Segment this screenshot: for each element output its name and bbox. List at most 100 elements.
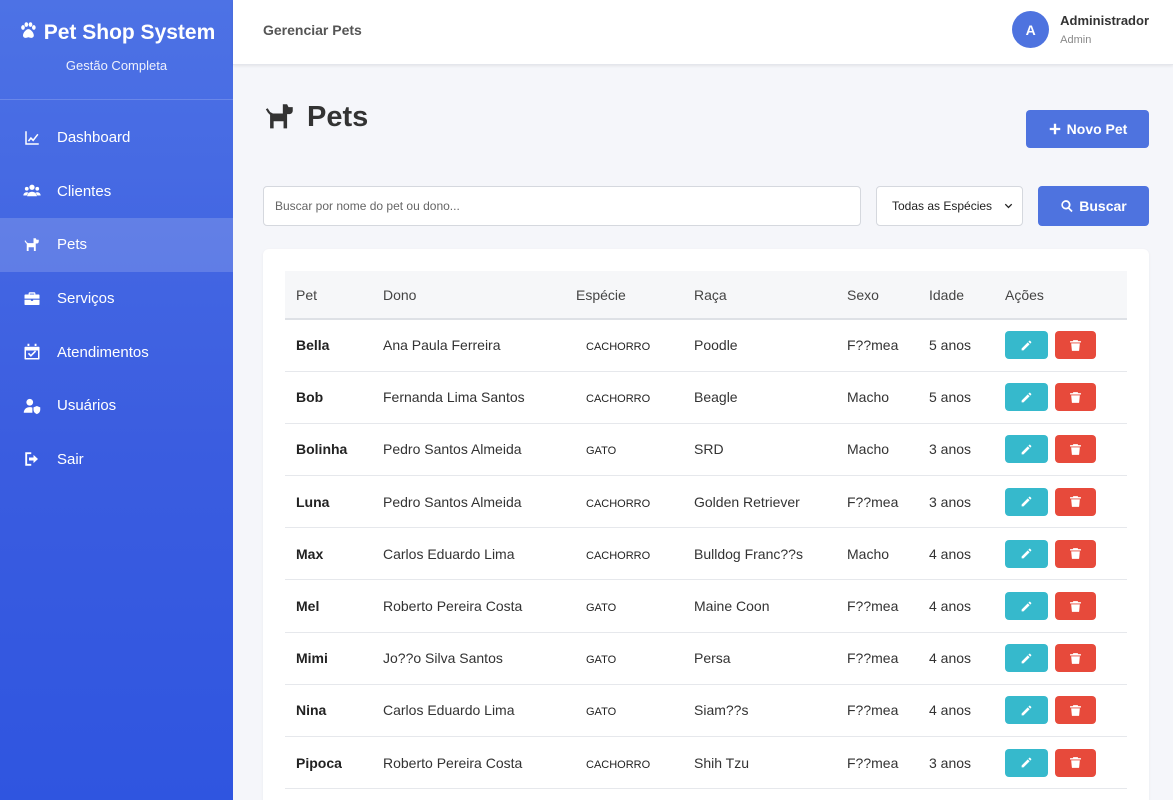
edit-button[interactable] xyxy=(1005,487,1048,516)
sidebar-item-clientes[interactable]: Clientes xyxy=(0,165,233,219)
edit-button[interactable] xyxy=(1005,644,1048,673)
avatar[interactable]: A xyxy=(1012,11,1050,48)
delete-button[interactable] xyxy=(1055,748,1096,777)
user-shield-icon xyxy=(22,396,42,416)
species-badge: CACHORRO xyxy=(586,341,651,354)
user-menu[interactable]: A Administrador Admin xyxy=(1012,11,1149,48)
species-badge: CACHORRO xyxy=(586,497,651,510)
search-input[interactable] xyxy=(263,186,861,226)
sidebar: Pet Shop System Gestão Completa Dashboar… xyxy=(0,0,233,800)
pet-name-cell: Pipoca xyxy=(285,736,372,790)
table-row: Mel Roberto Pereira Costa GATO Maine Coon F?… xyxy=(285,579,1127,633)
users-icon xyxy=(22,181,42,201)
sex-cell: Macho xyxy=(836,371,918,424)
pet-name-cell: Luna xyxy=(285,475,372,529)
species-cell: GATO xyxy=(565,684,683,738)
dog-icon xyxy=(22,235,42,255)
sidebar-item-servicos[interactable]: Serviços xyxy=(0,272,233,326)
topbar: Gerenciar Pets A Administrador Admin xyxy=(233,0,1173,65)
edit-button[interactable] xyxy=(1005,383,1048,412)
trash-icon xyxy=(1069,756,1082,769)
pet-name-cell: Bolinha xyxy=(285,423,372,477)
brand: Pet Shop System Gestão Completa xyxy=(0,0,233,100)
delete-button[interactable] xyxy=(1055,487,1096,516)
sidebar-nav: Dashboard Clientes Pets Serviços Atendim… xyxy=(0,111,233,486)
sidebar-item-label: Sair xyxy=(57,450,84,468)
species-cell: CACHORRO xyxy=(565,736,683,790)
trash-icon xyxy=(1069,652,1082,665)
sidebar-item-dashboard[interactable]: Dashboard xyxy=(0,111,233,165)
edit-icon xyxy=(1020,652,1033,665)
sidebar-item-atendimentos[interactable]: Atendimentos xyxy=(0,325,233,379)
age-cell: 3 anos xyxy=(918,423,994,477)
delete-button[interactable] xyxy=(1055,592,1096,621)
edit-icon xyxy=(1020,495,1033,508)
edit-button[interactable] xyxy=(1005,696,1048,725)
delete-button[interactable] xyxy=(1055,435,1096,464)
column-header-especie: Espécie xyxy=(565,271,683,320)
species-cell: CACHORRO xyxy=(565,527,683,581)
owner-cell: Carlos Eduardo Lima xyxy=(372,527,565,581)
actions-cell xyxy=(994,736,1127,790)
table-row: Bolinha Pedro Santos Almeida GATO SRD Macho 3… xyxy=(285,423,1127,477)
new-pet-button[interactable]: Novo Pet xyxy=(1026,110,1149,148)
column-header-idade: Idade xyxy=(918,271,994,320)
delete-button[interactable] xyxy=(1055,539,1096,568)
table-row: Nina Carlos Eduardo Lima GATO Siam??s F??mea… xyxy=(285,684,1127,738)
edit-button[interactable] xyxy=(1005,592,1048,621)
pet-name-cell: Bob xyxy=(285,371,372,424)
age-cell: 3 anos xyxy=(918,736,994,790)
edit-icon xyxy=(1020,443,1033,456)
species-badge: CACHORRO xyxy=(586,549,651,562)
search-button[interactable]: Buscar xyxy=(1038,186,1149,226)
edit-icon xyxy=(1020,339,1033,352)
pets-table-body: Bella Ana Paula Ferreira CACHORRO Poodle F??… xyxy=(285,319,1127,790)
species-select[interactable]: Todas as Espécies xyxy=(876,186,1023,226)
edit-button[interactable] xyxy=(1005,331,1048,360)
actions-cell xyxy=(994,371,1127,424)
user-name: Administrador xyxy=(1060,13,1149,28)
delete-button[interactable] xyxy=(1055,644,1096,673)
sex-cell: F??mea xyxy=(836,319,918,372)
calendar-check-icon xyxy=(22,342,42,362)
species-badge: GATO xyxy=(586,445,617,458)
age-cell: 3 anos xyxy=(918,475,994,529)
sidebar-item-label: Clientes xyxy=(57,182,112,200)
edit-button[interactable] xyxy=(1005,539,1048,568)
edit-button[interactable] xyxy=(1005,435,1048,464)
table-row: Max Carlos Eduardo Lima CACHORRO Bulldog Fr… xyxy=(285,527,1127,581)
owner-cell: Jo??o Silva Santos xyxy=(372,632,565,685)
sidebar-item-usuarios[interactable]: Usuários xyxy=(0,379,233,433)
search-button-label: Buscar xyxy=(1079,198,1127,214)
briefcase-icon xyxy=(22,289,42,309)
actions-cell xyxy=(994,527,1127,581)
sex-cell: F??mea xyxy=(836,579,918,633)
sex-cell: Macho xyxy=(836,527,918,581)
plus-icon xyxy=(1049,123,1060,135)
sidebar-item-pets[interactable]: Pets xyxy=(0,218,233,272)
pet-name-cell: Bella xyxy=(285,319,372,372)
sign-out-icon xyxy=(22,449,42,469)
brand-title[interactable]: Pet Shop System xyxy=(0,20,233,46)
edit-button[interactable] xyxy=(1005,748,1048,777)
delete-button[interactable] xyxy=(1055,331,1096,360)
chevron-down-icon xyxy=(1004,203,1013,208)
species-select-value: Todas as Espécies xyxy=(892,199,993,213)
delete-button[interactable] xyxy=(1055,383,1096,412)
brand-title-text: Pet Shop System xyxy=(43,21,216,44)
column-header-dono: Dono xyxy=(372,271,565,320)
sex-cell: F??mea xyxy=(836,475,918,529)
edit-icon xyxy=(1020,756,1033,769)
sidebar-item-label: Serviços xyxy=(57,290,115,308)
species-badge: GATO xyxy=(586,602,617,615)
edit-icon xyxy=(1020,547,1033,560)
sidebar-item-sair[interactable]: Sair xyxy=(0,433,233,487)
actions-cell xyxy=(994,632,1127,685)
species-badge: GATO xyxy=(586,654,617,667)
sidebar-item-label: Pets xyxy=(57,236,88,254)
species-cell: GATO xyxy=(565,579,683,633)
delete-button[interactable] xyxy=(1055,696,1096,725)
table-row: Bella Ana Paula Ferreira CACHORRO Poodle F??… xyxy=(285,319,1127,372)
actions-cell xyxy=(994,475,1127,529)
column-header-acoes: Ações xyxy=(994,271,1127,320)
